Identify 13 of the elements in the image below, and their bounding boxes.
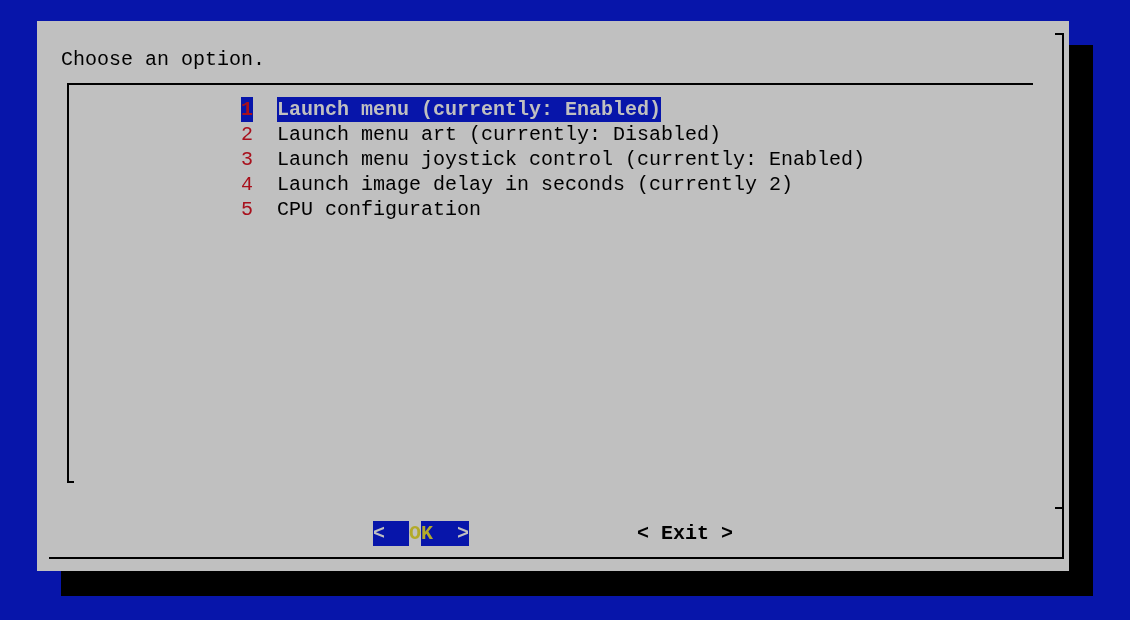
menu-item[interactable]: Launch menu (currently: Enabled) [277, 97, 662, 122]
menu-item-number: 5 [241, 197, 253, 222]
dialog-button[interactable]: < OK > [373, 521, 469, 546]
menu-item[interactable]: Launch menu joystick control (currently: Enabled) [277, 147, 866, 172]
prompt-text: Choose an option. [61, 47, 266, 72]
menu-item-number: 1 [241, 97, 253, 122]
menu-item[interactable]: Launch image delay in seconds (currently 2) [277, 172, 794, 197]
menu-item[interactable]: Launch menu art (currently: Disabled) [277, 122, 722, 147]
menu-item[interactable]: CPU configuration [277, 197, 482, 222]
dialog-button[interactable]: < Exit > [637, 521, 733, 546]
menu-item-number: 4 [241, 172, 253, 197]
menu-item-number: 3 [241, 147, 253, 172]
menu-item-number: 2 [241, 122, 253, 147]
